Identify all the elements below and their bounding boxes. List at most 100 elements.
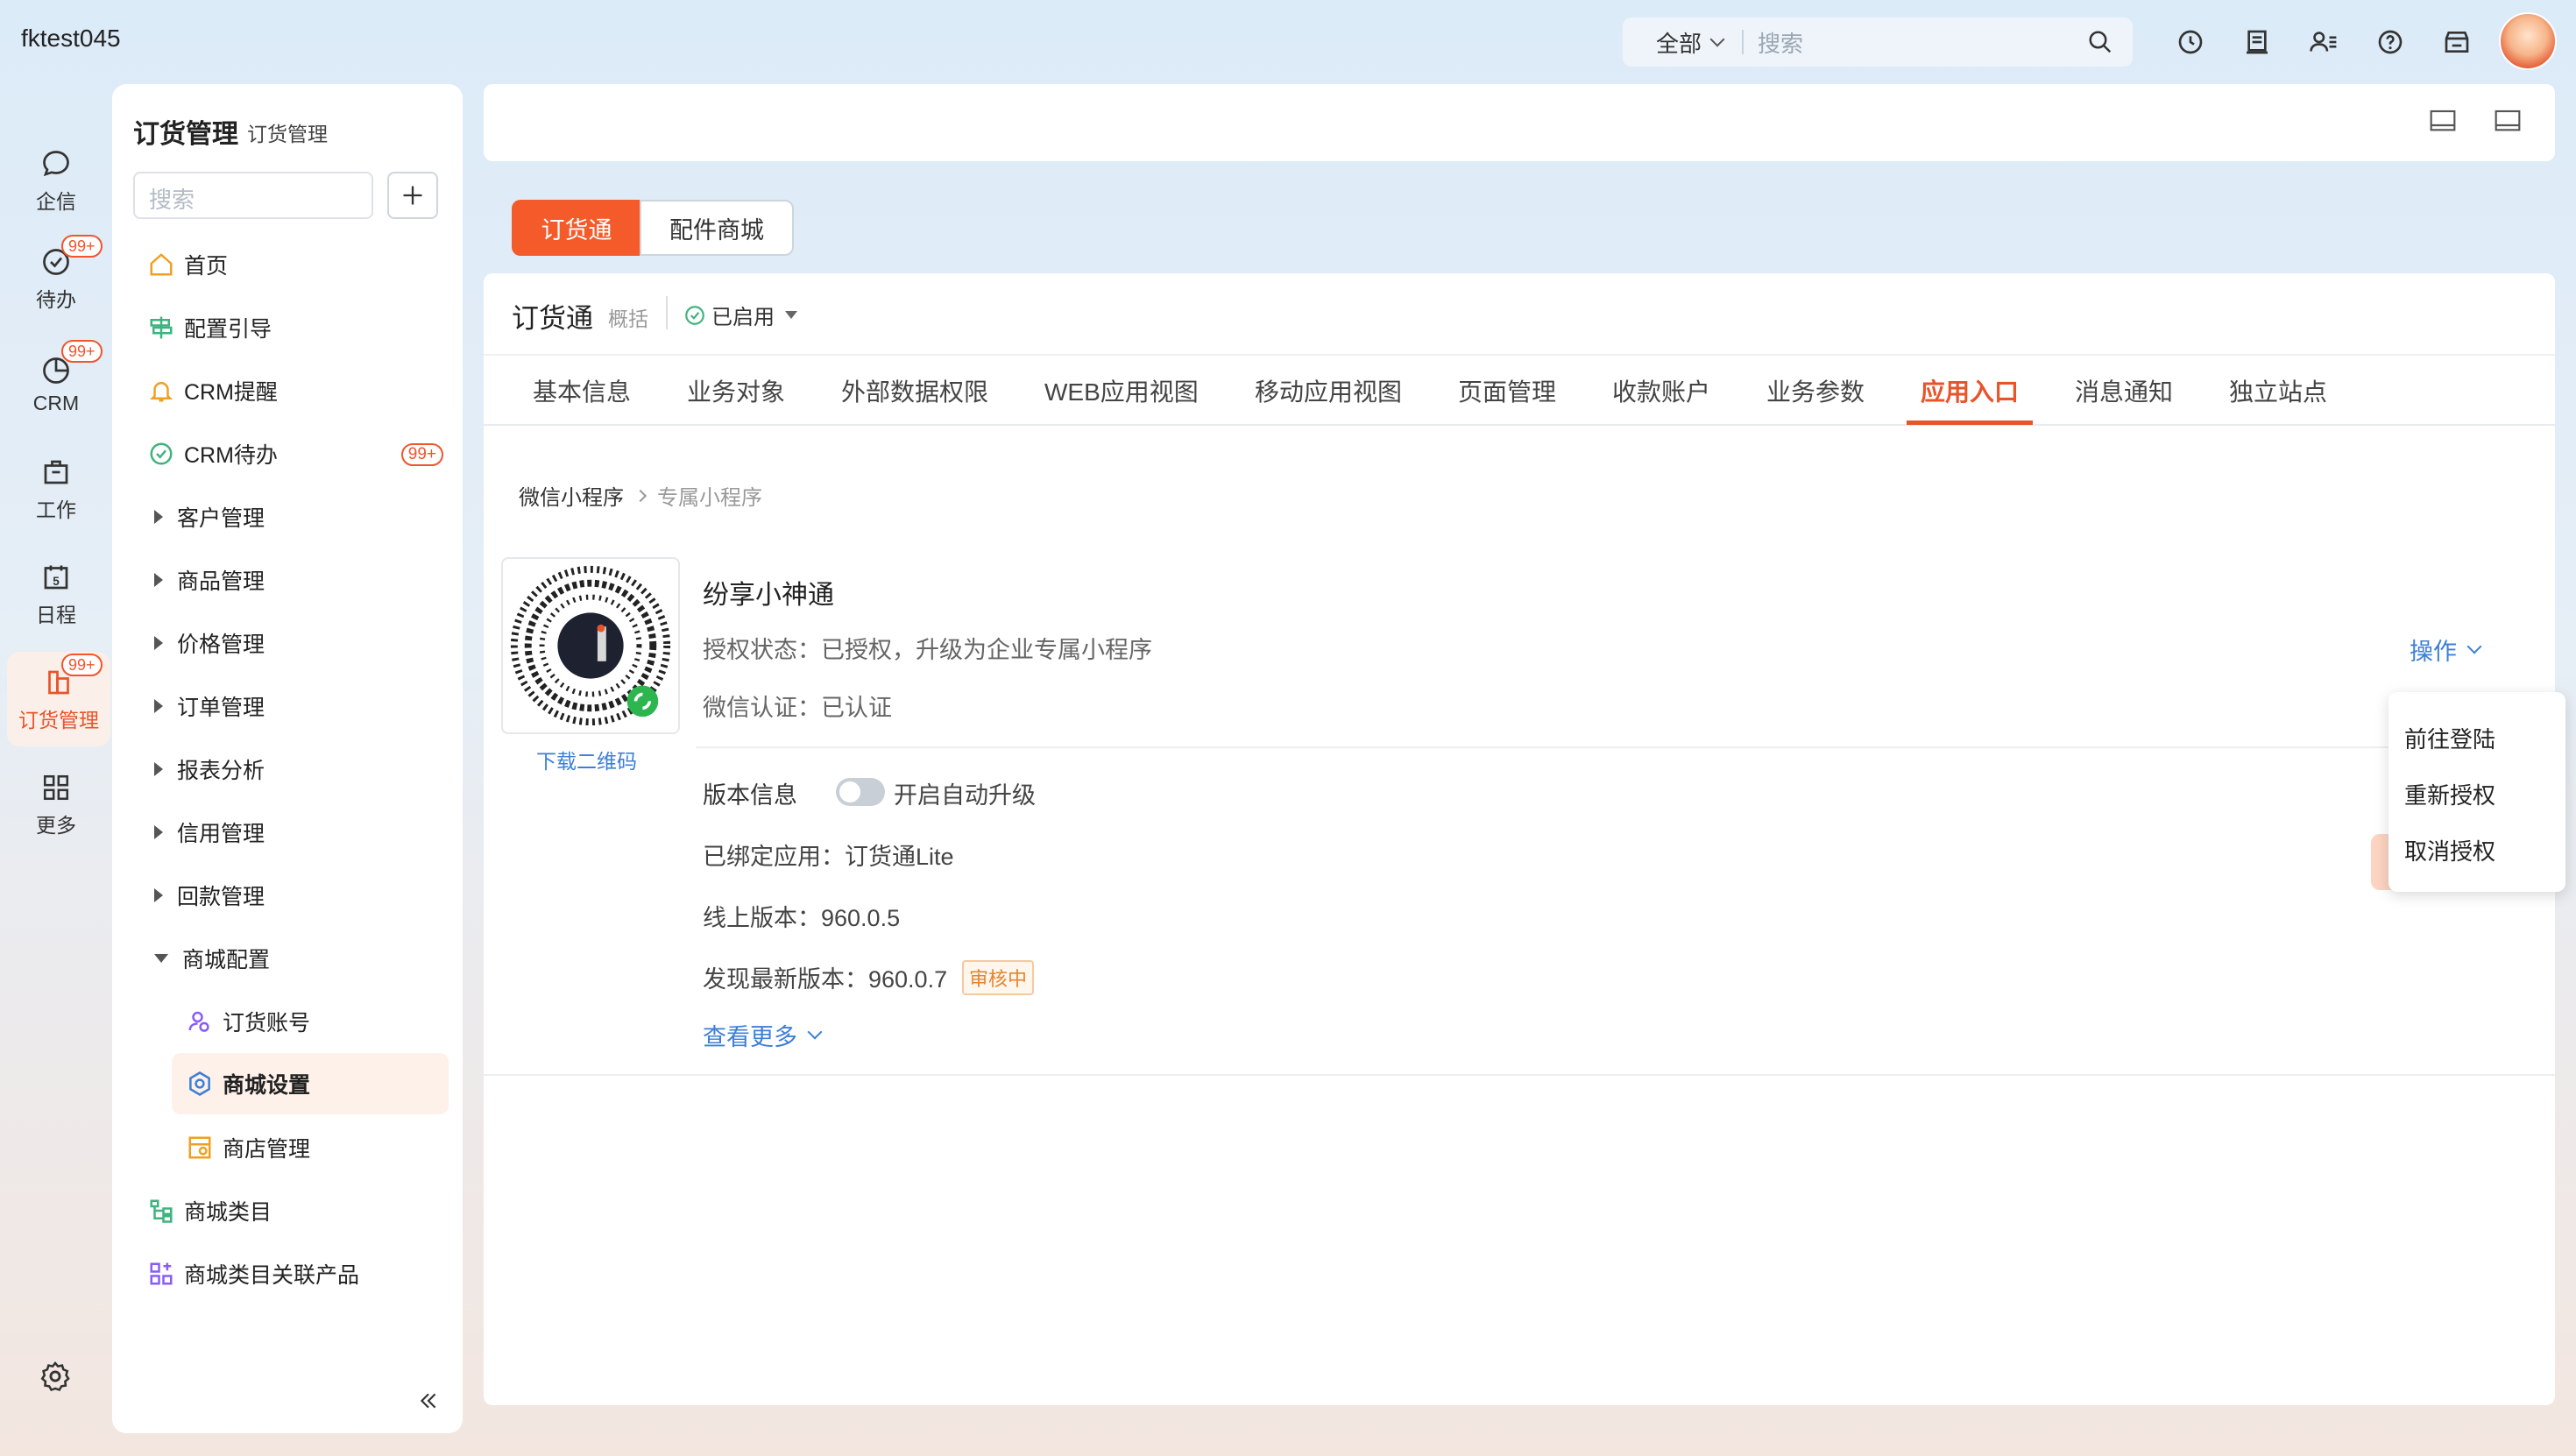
rail-label: 日程 xyxy=(36,604,76,626)
search-scope-label: 全部 xyxy=(1656,30,1702,57)
sidebar-item-label: 订单管理 xyxy=(177,696,265,720)
rail-item-more[interactable]: 更多 xyxy=(0,757,112,852)
rail-item-todo[interactable]: 待办 99+ xyxy=(0,231,112,326)
help-icon[interactable] xyxy=(2373,25,2408,60)
contacts-icon[interactable] xyxy=(2306,25,2341,60)
sidebar-item-label: 商品管理 xyxy=(177,569,265,594)
caret-right-icon xyxy=(154,699,163,713)
history-clock-icon[interactable] xyxy=(2173,25,2208,60)
search-icon[interactable] xyxy=(2087,29,2113,55)
sidebar-item-reports[interactable]: 报表分析 xyxy=(133,743,449,795)
sidebar-item-label: 首页 xyxy=(184,254,229,279)
sidebar-item-credit[interactable]: 信用管理 xyxy=(133,806,449,859)
sidebar-item-crm-reminder[interactable]: CRM提醒 xyxy=(133,364,449,417)
rail-item-order-management[interactable]: 订货管理 99+ xyxy=(7,652,110,746)
tab-business-objects[interactable]: 业务对象 xyxy=(687,373,785,408)
operations-dropdown[interactable]: 操作 xyxy=(2410,633,2482,667)
auto-upgrade-label: 开启自动升级 xyxy=(894,782,1036,809)
sidebar-item-order[interactable]: 订单管理 xyxy=(133,680,449,732)
version-info-label: 版本信息 xyxy=(703,782,797,809)
sidebar-item-config-guide[interactable]: 配置引导 xyxy=(133,301,449,354)
wechat-cert-row: 微信认证：已认证 xyxy=(703,689,892,723)
segment-parts-mall[interactable]: 配件商城 xyxy=(640,200,794,256)
breadcrumb-item[interactable]: 微信小程序 xyxy=(519,480,624,511)
caret-down-icon xyxy=(154,954,168,963)
sidebar-item-mall-settings[interactable]: 商城设置 xyxy=(172,1053,449,1114)
status-dropdown[interactable]: 已启用 xyxy=(683,300,797,330)
fullscreen-icon[interactable] xyxy=(2494,109,2522,139)
caret-right-icon xyxy=(154,636,163,650)
sidebar-item-label: 配置引导 xyxy=(184,317,272,342)
sidebar-item-price[interactable]: 价格管理 xyxy=(133,617,449,669)
sidebar-item-product[interactable]: 商品管理 xyxy=(133,554,449,606)
notification-badge: 99+ xyxy=(61,340,103,363)
tenant-name: fktest045 xyxy=(21,25,121,52)
notification-badge: 99+ xyxy=(61,654,103,676)
svg-text:5: 5 xyxy=(53,575,60,588)
notes-icon[interactable] xyxy=(2240,25,2275,60)
link-grid-icon xyxy=(145,1258,177,1290)
user-avatar[interactable] xyxy=(2499,12,2557,70)
sidebar-item-mall-config[interactable]: 商城配置 xyxy=(133,932,449,985)
sidebar-item-store-management[interactable]: 商店管理 xyxy=(172,1121,449,1174)
caret-right-icon xyxy=(154,573,163,587)
gear-icon[interactable] xyxy=(39,1360,72,1397)
view-more-label: 查看更多 xyxy=(703,1024,797,1050)
store-icon[interactable] xyxy=(2439,25,2474,60)
sidebar-item-order-account[interactable]: 订货账号 xyxy=(172,995,449,1048)
calendar-icon: 5 xyxy=(39,560,74,595)
rail-item-messages[interactable]: 企信 xyxy=(0,133,112,228)
sidebar-item-label: 商城类目关联产品 xyxy=(184,1263,360,1288)
chevron-right-icon xyxy=(633,489,648,502)
tree-icon xyxy=(145,1195,177,1226)
rail-item-calendar[interactable]: 5 日程 xyxy=(0,547,112,641)
collapse-sidebar-icon[interactable] xyxy=(417,1389,440,1417)
wechat-cert-value: 已认证 xyxy=(821,695,892,721)
side-search-input[interactable]: 搜索 xyxy=(133,172,373,219)
add-button[interactable] xyxy=(387,172,438,219)
auto-upgrade-toggle[interactable] xyxy=(836,778,885,806)
sidebar-item-label: CRM待办 xyxy=(184,443,278,468)
sidebar-item-payment[interactable]: 回款管理 xyxy=(133,869,449,922)
title-divider xyxy=(666,296,668,329)
rail-item-work[interactable]: 工作 xyxy=(0,442,112,536)
search-input[interactable]: 搜索 xyxy=(1758,26,2087,59)
sidebar-item-label: 价格管理 xyxy=(177,633,265,657)
sidebar-item-crm-todo[interactable]: CRM待办 99+ xyxy=(133,428,449,480)
rail-item-crm[interactable]: CRM 99+ xyxy=(0,336,112,431)
tab-app-entry[interactable]: 应用入口 xyxy=(1921,373,2019,408)
layout-toggle-icon[interactable] xyxy=(2429,109,2457,139)
sidebar-item-customer[interactable]: 客户管理 xyxy=(133,491,449,543)
breadcrumb-item: 专属小程序 xyxy=(657,486,762,510)
briefcase-icon xyxy=(39,455,74,490)
view-more-link[interactable]: 查看更多 xyxy=(703,1018,823,1052)
tab-standalone-site[interactable]: 独立站点 xyxy=(2229,373,2327,408)
sidebar-item-home[interactable]: 首页 xyxy=(133,238,449,291)
section-bottom-divider xyxy=(484,1074,2555,1076)
global-search[interactable]: 全部 搜索 xyxy=(1623,18,2133,67)
sidebar-item-label: 信用管理 xyxy=(177,822,265,846)
tab-mobile-app-view[interactable]: 移动应用视图 xyxy=(1255,373,1402,408)
tab-external-data-permissions[interactable]: 外部数据权限 xyxy=(841,373,988,408)
tab-business-params[interactable]: 业务参数 xyxy=(1766,373,1865,408)
tab-message-notifications[interactable]: 消息通知 xyxy=(2075,373,2173,408)
caret-right-icon xyxy=(154,762,163,776)
segment-dinghuotong[interactable]: 订货通 xyxy=(512,200,641,256)
menu-item-cancel-authorization[interactable]: 取消授权 xyxy=(2404,834,2495,866)
tab-basic-info[interactable]: 基本信息 xyxy=(533,373,631,408)
search-scope-select[interactable]: 全部 xyxy=(1623,26,1725,59)
app-subtitle: 概括 xyxy=(608,307,648,330)
bound-app-label: 已绑定应用： xyxy=(703,844,845,870)
side-panel-subtitle: 订货管理 xyxy=(247,123,328,145)
sidebar-item-category-products[interactable]: 商城类目关联产品 xyxy=(133,1247,449,1300)
sidebar-item-mall-category[interactable]: 商城类目 xyxy=(133,1184,449,1237)
tab-payment-accounts[interactable]: 收款账户 xyxy=(1612,373,1710,408)
status-label: 已启用 xyxy=(711,306,775,329)
search-divider xyxy=(1742,30,1744,54)
tab-web-app-view[interactable]: WEB应用视图 xyxy=(1044,373,1199,408)
menu-item-reauthorize[interactable]: 重新授权 xyxy=(2404,778,2495,810)
chevron-down-icon xyxy=(2466,639,2482,654)
download-qr-link[interactable]: 下载二维码 xyxy=(536,745,637,774)
menu-item-go-login[interactable]: 前往登陆 xyxy=(2404,722,2495,754)
tab-page-management[interactable]: 页面管理 xyxy=(1458,373,1556,408)
